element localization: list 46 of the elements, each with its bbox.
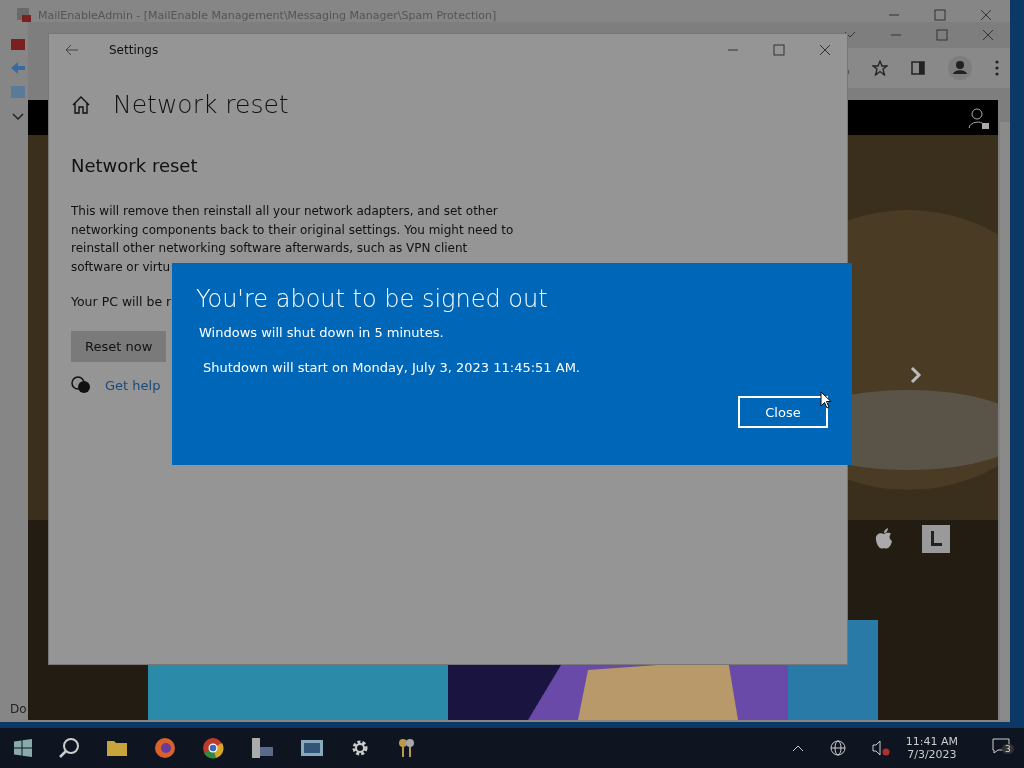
description-text: This will remove then reinstall all your network adapters, and set other networking components back to their original settings. You might need to reinstall other networking software afterwards, such as VPN client software or virtu: [71, 203, 515, 276]
maximize-icon[interactable]: [773, 44, 785, 56]
folder-icon[interactable]: [106, 738, 128, 758]
section-title: Network reset: [71, 155, 199, 176]
status-text: Do: [10, 702, 27, 716]
search-icon[interactable]: [58, 737, 80, 759]
close-button[interactable]: Close: [738, 396, 828, 428]
note-text: Your PC will be r: [71, 294, 172, 309]
cursor-icon: [820, 391, 832, 409]
close-icon[interactable]: [819, 44, 831, 56]
reset-button[interactable]: Reset now: [71, 331, 167, 362]
dialog-title: You're about to be signed out: [196, 285, 549, 313]
clock-date[interactable]: 7/3/2023: [907, 748, 957, 761]
dialog-message: Windows will shut down in 5 minutes.: [199, 325, 445, 340]
speaker-muted-icon[interactable]: [871, 740, 890, 756]
notification-badge: 3: [1002, 744, 1014, 754]
close-icon[interactable]: [980, 9, 992, 21]
chevron-right-icon[interactable]: [910, 366, 922, 384]
star-icon[interactable]: [872, 60, 888, 76]
globe-icon[interactable]: [829, 740, 846, 756]
home-icon[interactable]: [71, 94, 91, 115]
back-arrow-icon[interactable]: [65, 44, 79, 56]
apple-icon[interactable]: [874, 528, 894, 550]
letter-tile-icon[interactable]: [922, 525, 950, 553]
server-icon[interactable]: [250, 737, 274, 759]
console-icon[interactable]: [300, 738, 324, 758]
close-icon[interactable]: [982, 29, 994, 41]
help-link[interactable]: Get help: [105, 377, 161, 393]
clock-time[interactable]: 11:41 AM: [905, 735, 958, 748]
page-title: Network reset: [113, 90, 289, 119]
help-chat-icon[interactable]: [71, 376, 91, 394]
side-panel-icon[interactable]: [910, 60, 926, 76]
chrome-icon[interactable]: [202, 737, 224, 759]
menu-icon[interactable]: [994, 60, 1000, 76]
windows-logo-icon[interactable]: [14, 739, 32, 757]
notification-icon[interactable]: [992, 738, 1010, 754]
window-title: Settings: [109, 43, 159, 57]
dialog-detail: Shutdown will start on Monday, July 3, 2023 11:45:51 AM.: [203, 360, 581, 375]
maximize-icon[interactable]: [934, 9, 946, 21]
settings-icon[interactable]: [350, 738, 370, 758]
app-icon: [16, 7, 32, 23]
chevron-up-icon[interactable]: [791, 744, 804, 752]
profile-icon[interactable]: [948, 56, 972, 80]
firefox-icon[interactable]: [154, 737, 176, 759]
toolbox-icon[interactable]: [10, 36, 26, 52]
user-lock-icon[interactable]: [968, 108, 990, 130]
